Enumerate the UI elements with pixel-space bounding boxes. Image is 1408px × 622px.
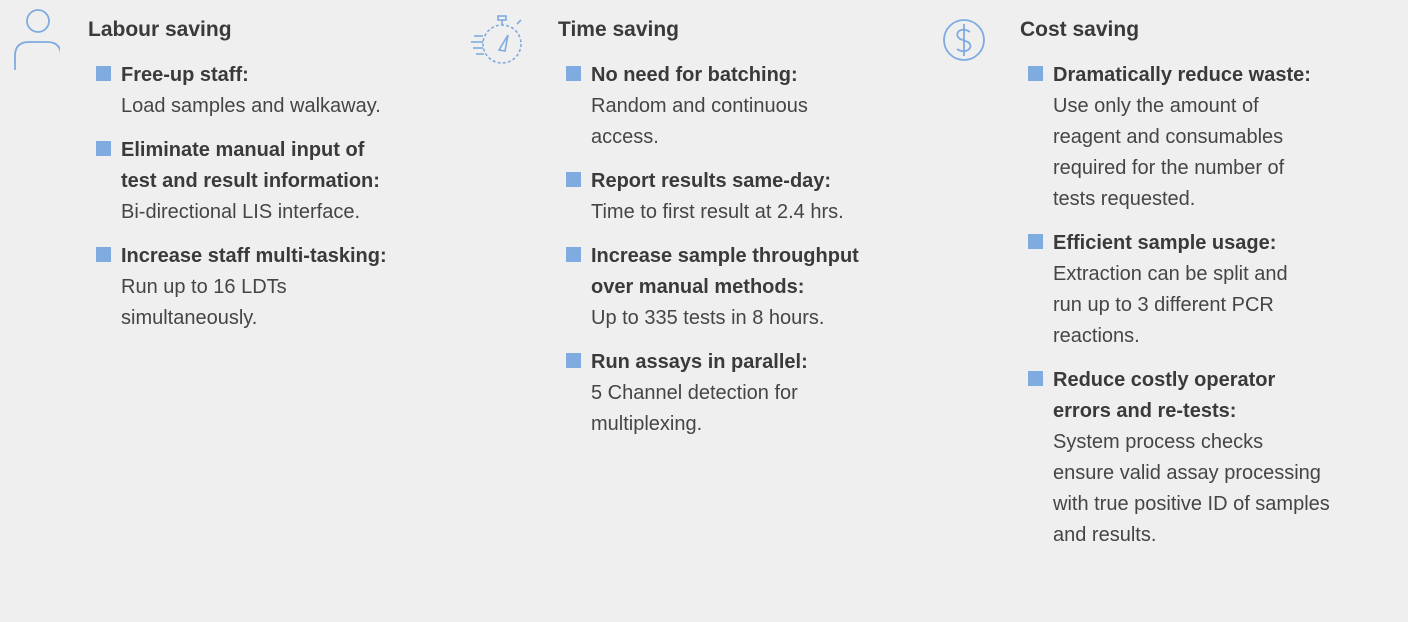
list-item: Dramatically reduce waste: Use only the … — [1028, 60, 1398, 215]
list-item: Increase sample throughput over manual me… — [566, 241, 936, 334]
item-title: Efficient sample usage: — [1053, 232, 1277, 254]
column-heading: Time saving — [558, 18, 679, 41]
item-title: Increase sample throughput over manual me… — [591, 245, 859, 298]
square-bullet-icon — [1028, 371, 1043, 386]
item-body: 5 Channel detection for multiplexing. — [591, 382, 798, 435]
item-body: Bi-directional LIS interface. — [121, 201, 361, 223]
item-body: Up to 335 tests in 8 hours. — [591, 307, 825, 329]
item-body: Run up to 16 LDTs simultaneously. — [121, 276, 287, 329]
item-title: Free-up staff: — [121, 64, 249, 86]
stopwatch-icon — [470, 10, 522, 74]
item-body: Extraction can be split and run up to 3 d… — [1053, 263, 1288, 347]
item-title: Eliminate manual input of test and result… — [121, 139, 380, 192]
dollar-coin-icon — [938, 12, 990, 76]
square-bullet-icon — [566, 247, 581, 262]
list-item: Efficient sample usage: Extraction can b… — [1028, 228, 1398, 352]
list-item: Free-up staff: Load samples and walkaway… — [96, 60, 466, 122]
item-body: System process checks ensure valid assay … — [1053, 431, 1330, 546]
square-bullet-icon — [566, 66, 581, 81]
square-bullet-icon — [96, 247, 111, 262]
list-item: Increase staff multi-tasking: Run up to … — [96, 241, 466, 334]
list-item: Run assays in parallel: 5 Channel detect… — [566, 347, 936, 440]
item-body: Time to first result at 2.4 hrs. — [591, 201, 844, 223]
list-item: Eliminate manual input of test and result… — [96, 135, 466, 228]
item-title: Increase staff multi-tasking: — [121, 245, 387, 267]
square-bullet-icon — [96, 141, 111, 156]
benefit-list: Free-up staff: Load samples and walkaway… — [96, 60, 466, 347]
item-title: Run assays in parallel: — [591, 351, 808, 373]
list-item: No need for batching: Random and continu… — [566, 60, 936, 153]
item-title: Reduce costly operator errors and re-test… — [1053, 369, 1276, 422]
person-icon — [8, 8, 62, 72]
list-item: Reduce costly operator errors and re-test… — [1028, 365, 1398, 551]
item-title: Report results same-day: — [591, 170, 832, 192]
item-title: Dramatically reduce waste: — [1053, 64, 1311, 86]
column-heading: Cost saving — [1020, 18, 1140, 41]
column-heading: Labour saving — [88, 18, 232, 41]
item-title: No need for batching: — [591, 64, 798, 86]
item-body: Use only the amount of reagent and consum… — [1053, 95, 1285, 210]
list-item: Report results same-day: Time to first r… — [566, 166, 936, 228]
square-bullet-icon — [1028, 234, 1043, 249]
item-body: Random and continuous access. — [591, 95, 808, 148]
benefit-list: No need for batching: Random and continu… — [566, 60, 936, 453]
benefit-list: Dramatically reduce waste: Use only the … — [1028, 60, 1398, 564]
square-bullet-icon — [566, 172, 581, 187]
square-bullet-icon — [566, 353, 581, 368]
square-bullet-icon — [96, 66, 111, 81]
square-bullet-icon — [1028, 66, 1043, 81]
item-body: Load samples and walkaway. — [121, 95, 381, 117]
